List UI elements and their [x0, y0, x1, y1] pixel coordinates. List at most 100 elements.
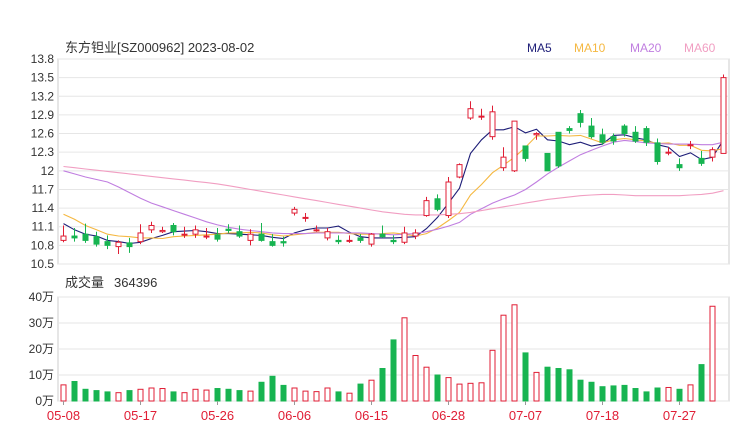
date-tick-label: 07-18	[586, 408, 619, 423]
candle	[456, 163, 463, 179]
volume-bar	[60, 384, 67, 402]
candle	[698, 150, 705, 166]
candle-body	[654, 142, 661, 162]
volume-bar	[93, 390, 100, 402]
candle-body	[610, 136, 617, 142]
volume-bar	[489, 349, 496, 402]
ma10-line	[63, 134, 724, 240]
candle-body	[511, 120, 518, 172]
candle	[577, 109, 584, 128]
volume-bar	[346, 392, 353, 402]
date-tick-label: 05-17	[124, 408, 157, 423]
candle-body	[93, 236, 100, 245]
volume-bar	[203, 389, 210, 402]
moving-average-lines	[63, 126, 724, 245]
candle-body	[71, 235, 78, 239]
volume-bar	[676, 388, 683, 402]
volume-bar	[610, 385, 617, 402]
candle	[511, 120, 518, 173]
candle	[555, 131, 562, 168]
volume-bar	[566, 369, 573, 402]
date-tick-label: 07-07	[509, 408, 542, 423]
date-tick-label: 07-27	[663, 408, 696, 423]
candle	[104, 235, 111, 250]
volume-bar	[445, 377, 452, 402]
volume-bar	[159, 388, 166, 402]
price-tick-label: 12.9	[31, 108, 55, 122]
candle	[654, 138, 661, 165]
volume-bar	[588, 381, 595, 402]
price-tick-label: 13.8	[31, 52, 55, 66]
candle-body	[60, 235, 67, 241]
volume-bar	[148, 387, 155, 402]
price-y-axis: 13.8 13.5 13.2 12.9 12.6 12.3 12 11.7 11.4 11.1 10…	[31, 52, 55, 271]
volume-bar	[236, 390, 243, 402]
price-tick-label: 11.1	[32, 220, 55, 234]
candle-body	[401, 232, 408, 243]
candle	[236, 225, 243, 238]
legend: MA5 MA10 MA20 MA60	[527, 41, 716, 55]
candle-body	[720, 77, 727, 154]
volume-value: 364396	[114, 275, 157, 290]
volume-bar	[302, 390, 309, 402]
date-tick-label: 06-15	[355, 408, 388, 423]
volume-bar	[698, 364, 705, 402]
volume-bar	[577, 379, 584, 402]
volume-bar	[379, 368, 386, 402]
candle	[500, 147, 507, 171]
candle-body	[126, 242, 133, 248]
candle-body	[588, 125, 595, 138]
candle-body	[478, 115, 485, 118]
candle	[203, 227, 210, 240]
candle-body	[170, 224, 177, 233]
candle	[126, 237, 133, 253]
candle	[522, 145, 529, 162]
volume-bar	[280, 384, 287, 402]
volume-y-axis: 40万 30万 20万 10万 0万	[29, 290, 54, 408]
volume-bar	[544, 366, 551, 402]
candle-body	[522, 145, 529, 159]
candle	[346, 235, 353, 243]
volume-bar	[291, 387, 298, 402]
candle-body	[368, 233, 375, 245]
candle-body	[423, 200, 430, 217]
volume-bar	[522, 352, 529, 402]
volume-bar	[599, 386, 606, 402]
candle-body	[709, 149, 716, 158]
volume-bar	[533, 371, 540, 402]
volume-bar	[115, 392, 122, 402]
volume-bar	[434, 374, 441, 402]
candle-body	[390, 239, 397, 243]
chart-title: 东方钽业[SZ000962] 2023-08-02	[65, 40, 254, 55]
candle-body	[269, 241, 276, 246]
candle-body	[357, 237, 364, 241]
volume-bar	[225, 388, 232, 402]
volume-bar	[390, 339, 397, 402]
volume-bar	[82, 388, 89, 402]
volume-bar	[654, 387, 661, 402]
candle	[335, 235, 342, 245]
volume-bar	[126, 390, 133, 402]
volume-bar	[401, 317, 408, 402]
candle	[544, 152, 551, 172]
candle	[214, 227, 221, 242]
volume-bar	[511, 304, 518, 402]
candle	[148, 221, 155, 233]
volume-bar	[269, 375, 276, 402]
volume-bar	[335, 391, 342, 402]
candle-body	[82, 233, 89, 241]
date-tick-label: 06-06	[278, 408, 311, 423]
ma5-line	[63, 126, 724, 245]
volume-tick-label: 10万	[29, 368, 54, 382]
candle	[478, 108, 485, 120]
candle-body	[544, 152, 551, 172]
candle-body	[280, 241, 287, 244]
legend-ma20: MA20	[630, 41, 662, 55]
candle	[170, 223, 177, 236]
stock-chart: 东方钽业[SZ000962] 2023-08-02 MA5 MA10 MA20 …	[29, 40, 730, 423]
candle	[720, 74, 727, 154]
volume-bar	[71, 381, 78, 402]
volume-bar	[181, 392, 188, 402]
volume-bar	[665, 386, 672, 402]
candle-body	[203, 235, 210, 238]
